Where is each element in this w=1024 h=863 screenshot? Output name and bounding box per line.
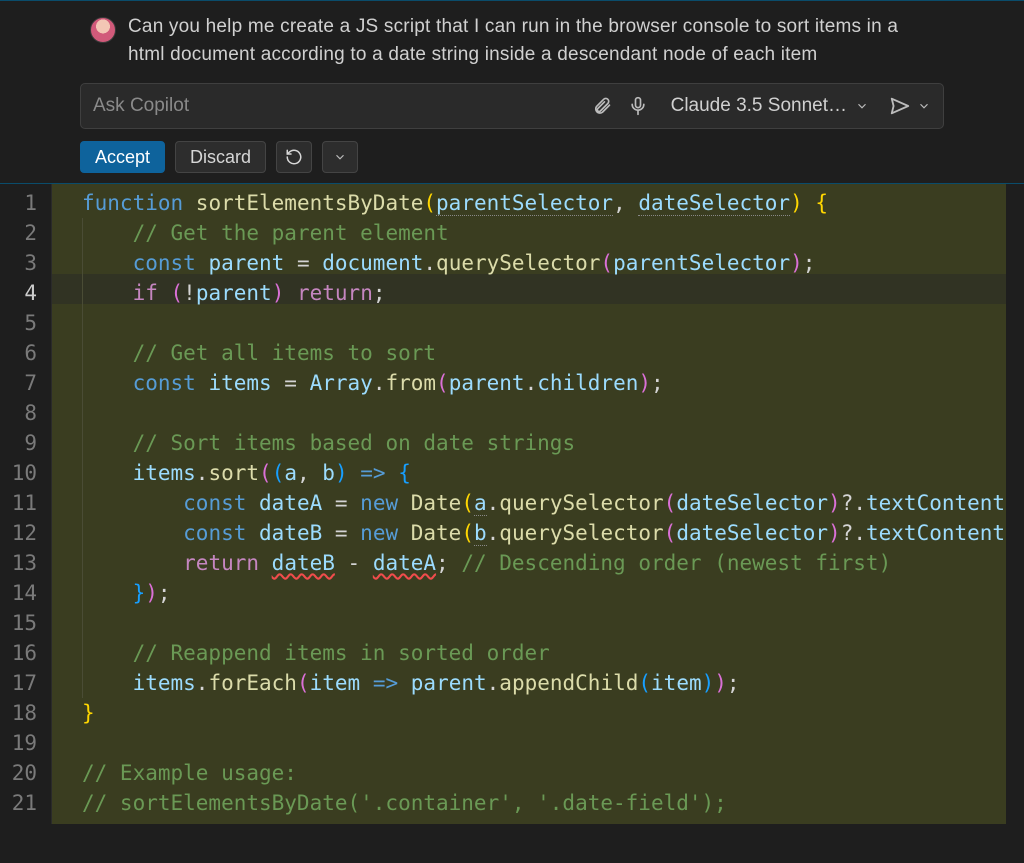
chevron-down-icon: [855, 99, 869, 113]
line-number: 14: [0, 578, 37, 608]
line-number: 7: [0, 368, 37, 398]
copilot-input[interactable]: [93, 95, 577, 117]
line-number: 11: [0, 488, 37, 518]
line-gutter: 1 2 3 4 5 6 7 8 9 10 11 12 13 14 15 16 1…: [0, 184, 52, 824]
line-number: 8: [0, 398, 37, 428]
line-number: 20: [0, 758, 37, 788]
code-line: return dateB - dateA; // Descending orde…: [82, 548, 1024, 578]
line-number: 6: [0, 338, 37, 368]
line-number: 10: [0, 458, 37, 488]
code-line: // Example usage:: [82, 758, 1024, 788]
chat-message: Can you help me create a JS script that …: [0, 7, 1024, 83]
code-editor[interactable]: 1 2 3 4 5 6 7 8 9 10 11 12 13 14 15 16 1…: [0, 184, 1024, 824]
line-number: 19: [0, 728, 37, 758]
line-number: 4: [0, 278, 37, 308]
code-area[interactable]: function sortElementsByDate(parentSelect…: [52, 184, 1024, 824]
line-number: 21: [0, 788, 37, 818]
code-line: // Sort items based on date strings: [82, 428, 1024, 458]
line-number: 3: [0, 248, 37, 278]
code-line: const items = Array.from(parent.children…: [82, 368, 1024, 398]
retry-button[interactable]: [276, 141, 312, 173]
line-number: 5: [0, 308, 37, 338]
mic-icon[interactable]: [627, 95, 649, 117]
model-selector[interactable]: Claude 3.5 Sonnet…: [663, 95, 869, 117]
code-line: [82, 308, 1024, 338]
line-number: 16: [0, 638, 37, 668]
line-number: 9: [0, 428, 37, 458]
chevron-down-icon: [333, 150, 347, 164]
copilot-panel: Can you help me create a JS script that …: [0, 0, 1024, 183]
code-line: [82, 608, 1024, 638]
line-number: 12: [0, 518, 37, 548]
line-number: 15: [0, 608, 37, 638]
line-number: 18: [0, 698, 37, 728]
code-line: });: [82, 578, 1024, 608]
code-line: [82, 398, 1024, 428]
send-options-chevron-icon[interactable]: [917, 99, 931, 113]
chat-message-text: Can you help me create a JS script that …: [128, 13, 934, 69]
code-line: const dateB = new Date(b.querySelector(d…: [82, 518, 1024, 548]
code-line: function sortElementsByDate(parentSelect…: [82, 188, 1024, 218]
accept-button[interactable]: Accept: [80, 141, 165, 173]
code-line: const dateA = new Date(a.querySelector(d…: [82, 488, 1024, 518]
send-icon[interactable]: [889, 95, 911, 117]
avatar: [90, 17, 116, 43]
more-actions-button[interactable]: [322, 141, 358, 173]
line-number: 17: [0, 668, 37, 698]
minimap[interactable]: [1006, 184, 1024, 824]
code-line: }: [82, 698, 1024, 728]
code-line: // Get the parent element: [82, 218, 1024, 248]
line-number: 2: [0, 218, 37, 248]
line-number: 1: [0, 188, 37, 218]
suggestion-actions: Accept Discard: [0, 129, 1024, 183]
model-name: Claude 3.5 Sonnet…: [671, 95, 847, 117]
code-line: // sortElementsByDate('.container', '.da…: [82, 788, 1024, 818]
code-line: items.forEach(item => parent.appendChild…: [82, 668, 1024, 698]
code-line: // Get all items to sort: [82, 338, 1024, 368]
code-line: if (!parent) return;: [82, 278, 1024, 308]
retry-icon: [285, 148, 303, 166]
attach-icon[interactable]: [591, 95, 613, 117]
code-line: [82, 728, 1024, 758]
line-number: 13: [0, 548, 37, 578]
copilot-input-row: Claude 3.5 Sonnet…: [80, 83, 944, 129]
code-line: // Reappend items in sorted order: [82, 638, 1024, 668]
code-line: items.sort((a, b) => {: [82, 458, 1024, 488]
discard-button[interactable]: Discard: [175, 141, 266, 173]
code-line: const parent = document.querySelector(pa…: [82, 248, 1024, 278]
